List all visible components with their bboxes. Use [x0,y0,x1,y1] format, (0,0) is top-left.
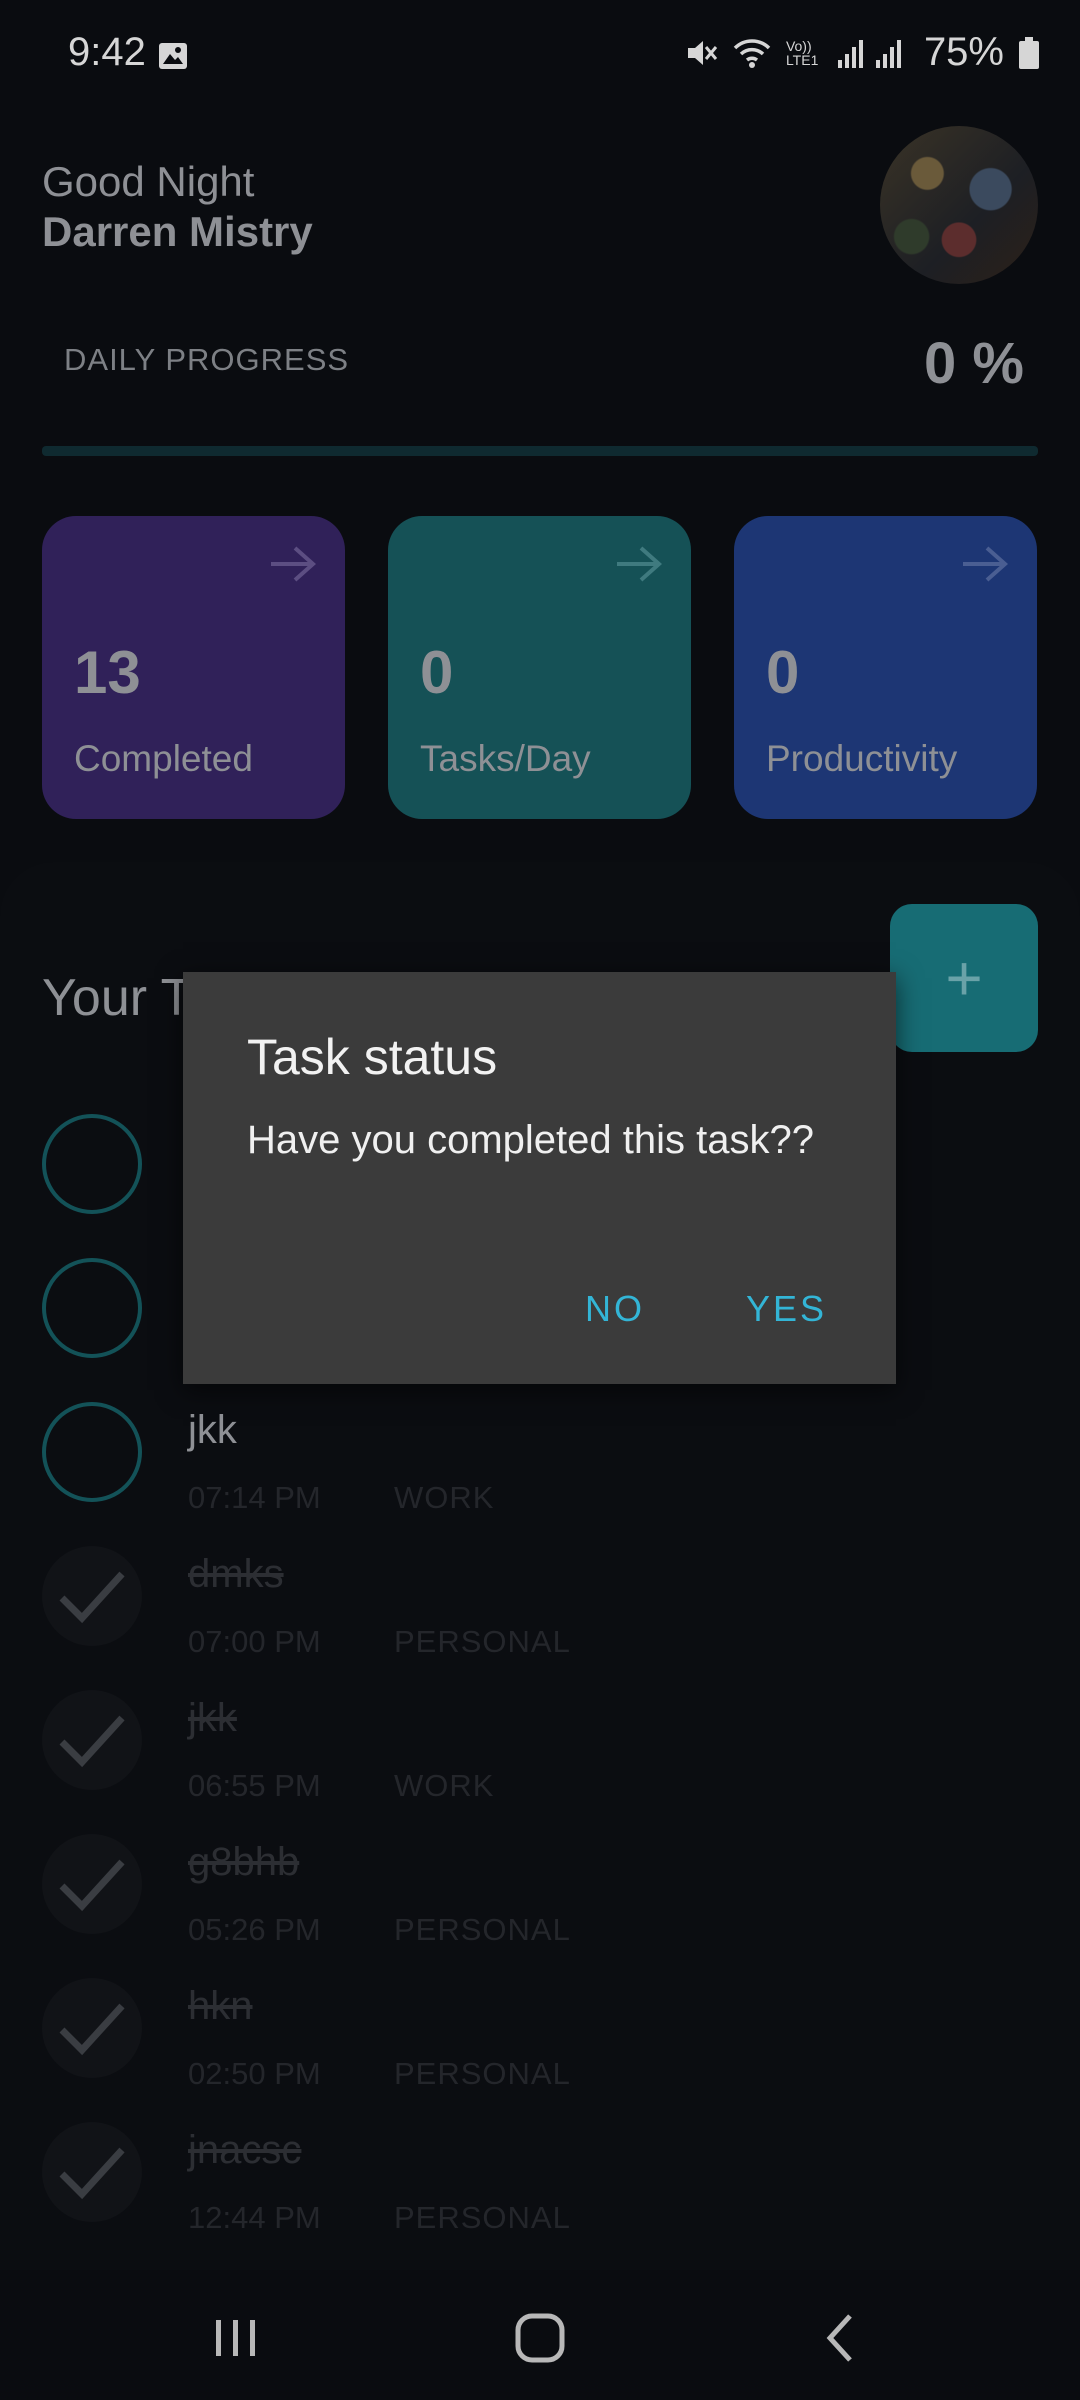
task-time: 02:50 PM [188,2056,321,2091]
task-status-dialog: Task status Have you completed this task… [183,972,896,1384]
daily-progress-bar [42,446,1038,456]
tasks-per-day-card[interactable]: 0 Tasks/Day [388,516,691,819]
task-category: PERSONAL [394,1624,571,1659]
completed-card[interactable]: 13 Completed [42,516,345,819]
task-row[interactable]: hkn 02:50 PM PERSONAL [0,1964,1080,2108]
task-category: WORK [394,1480,495,1515]
navigation-bar [0,2270,1080,2400]
task-time: 07:00 PM [188,1624,321,1659]
recents-button[interactable] [196,2298,276,2378]
task-category: PERSONAL [394,2056,571,2091]
task-row[interactable]: jnacsc 12:44 PM PERSONAL [0,2108,1080,2252]
battery-percent: 75% [923,30,1004,74]
task-title: dmks [188,1552,284,1596]
greeting-text: Good Night [42,158,255,205]
task-title: jnacsc [188,2128,302,2172]
wifi-icon [732,36,772,70]
task-time: 12:44 PM [188,2200,321,2235]
arrow-right-icon [963,546,1009,582]
status-icons: Vo)) LTE1 75% [684,30,1040,75]
battery-icon [1018,36,1040,70]
user-name: Darren Mistry [42,208,313,255]
task-checked[interactable] [42,1546,142,1646]
arrow-right-icon [271,546,317,582]
task-title: hkn [188,1984,253,2028]
task-row[interactable]: jkk 07:14 PM WORK [0,1388,1080,1532]
dialog-title: Task status [247,1029,498,1085]
task-checked[interactable] [42,1834,142,1934]
tasks-per-day-count: 0 [420,639,454,706]
check-icon [59,1859,125,1912]
yes-button[interactable]: YES [746,1288,827,1330]
task-checked[interactable] [42,1978,142,2078]
task-title: jkk [188,1408,237,1452]
task-checked[interactable] [42,1690,142,1790]
no-button[interactable]: NO [585,1288,645,1330]
avatar[interactable] [880,126,1038,284]
productivity-count: 0 [766,639,800,706]
task-category: PERSONAL [394,1912,571,1947]
recents-icon [216,2320,255,2356]
task-title: g8bhb [188,1840,300,1884]
check-icon [59,1715,125,1768]
dialog-message: Have you completed this task?? [247,1118,814,1162]
network-type-label: Vo)) LTE1 [785,37,819,68]
task-time: 05:26 PM [188,1912,321,1947]
productivity-label: Productivity [766,738,958,779]
home-button[interactable] [500,2298,580,2378]
check-icon [59,2147,125,2200]
task-row[interactable]: jkk 06:55 PM WORK [0,1676,1080,1820]
tasks-heading: Your T [42,969,193,1027]
productivity-card[interactable]: 0 Productivity [734,516,1037,819]
add-task-button[interactable]: + [890,904,1038,1052]
task-row[interactable]: dmks 07:00 PM PERSONAL [0,1532,1080,1676]
arrow-right-icon [617,546,663,582]
task-checked[interactable] [42,2122,142,2222]
task-row[interactable]: g8bhb 05:26 PM PERSONAL [0,1820,1080,1964]
task-time: 06:55 PM [188,1768,321,1803]
check-icon [59,2003,125,2056]
task-title: jkk [188,1696,237,1740]
task-status-circle[interactable] [42,1402,142,1502]
gallery-notification-icon [158,42,188,70]
daily-progress-value: 0 % [924,331,1024,396]
plus-icon: + [945,942,983,1014]
completed-label: Completed [74,738,253,779]
mute-icon [684,36,718,70]
signal-strength-icon [836,36,910,70]
task-time: 07:14 PM [188,1480,321,1515]
task-category: PERSONAL [394,2200,571,2235]
daily-progress-label: DAILY PROGRESS [64,342,350,377]
task-status-circle[interactable] [42,1114,142,1214]
back-icon [826,2314,852,2362]
status-time: 9:42 [68,30,146,74]
completed-count: 13 [74,639,141,706]
task-status-circle[interactable] [42,1258,142,1358]
check-icon [59,1571,125,1624]
task-category: WORK [394,1768,495,1803]
back-button[interactable] [800,2298,880,2378]
home-icon [515,2313,565,2363]
tasks-per-day-label: Tasks/Day [420,738,591,779]
